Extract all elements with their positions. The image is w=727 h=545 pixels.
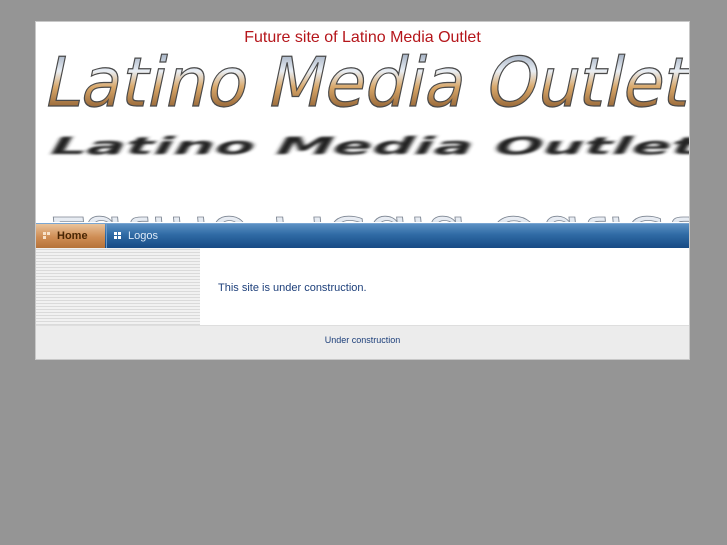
page-footer: Under construction bbox=[36, 325, 689, 359]
nav-item-home[interactable]: Home bbox=[36, 224, 105, 248]
logo-reflection-text: Latino Media Outlet bbox=[46, 203, 689, 222]
construction-message: This site is under construction. bbox=[218, 282, 367, 294]
logo-main-text: Latino Media Outlet bbox=[38, 46, 689, 123]
page-container: Future site of Latino Media Outlet Latin… bbox=[35, 21, 690, 360]
logo-shadow-text: Latino Media Outlet bbox=[43, 132, 689, 160]
content-area: This site is under construction. bbox=[36, 248, 689, 325]
site-logo: Latino Media Outlet Latino Media Outlet … bbox=[38, 46, 689, 222]
nav-item-logos[interactable]: Logos bbox=[106, 224, 197, 248]
side-panel bbox=[36, 248, 200, 325]
main-nav: Home Logos bbox=[36, 223, 689, 248]
nav-item-logos-label: Logos bbox=[128, 230, 158, 242]
squares-icon bbox=[114, 232, 122, 240]
squares-icon bbox=[43, 232, 51, 240]
site-header: Future site of Latino Media Outlet Latin… bbox=[36, 22, 689, 223]
site-tagline: Future site of Latino Media Outlet bbox=[244, 29, 481, 46]
footer-text: Under construction bbox=[324, 335, 401, 345]
nav-item-home-label: Home bbox=[57, 230, 88, 242]
